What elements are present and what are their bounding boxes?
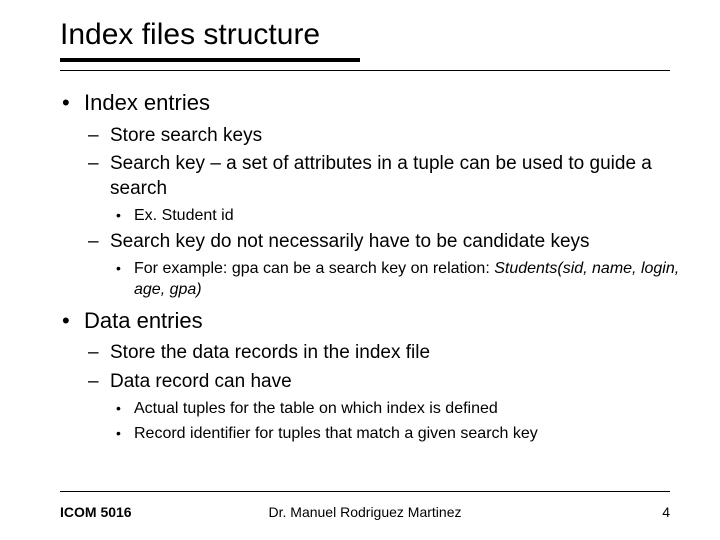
bullet-text: Index entries (84, 90, 210, 115)
bullet-subsublist: Actual tuples for the table on which ind… (110, 399, 680, 445)
footer: ICOM 5016 Dr. Manuel Rodriguez Martinez … (60, 504, 670, 520)
footer-center: Dr. Manuel Rodriguez Martinez (269, 504, 462, 520)
slide: Index files structure Index entries Stor… (0, 0, 720, 540)
bullet-list: Index entries Store search keys Search k… (60, 89, 680, 444)
bullet-level3: Record identifier for tuples that match … (110, 424, 680, 445)
divider-top (60, 70, 670, 71)
bullet-text: Store search keys (110, 125, 262, 146)
footer-right: 4 (662, 504, 670, 520)
bullet-level2: Store search keys (84, 124, 680, 149)
bullet-text: Data record can have (110, 371, 292, 392)
footer-left: ICOM 5016 (60, 504, 132, 520)
bullet-level2: Search key do not necessarily have to be… (84, 230, 680, 300)
bullet-sublist: Store search keys Search key – a set of … (84, 124, 680, 301)
bullet-text: Store the data records in the index file (110, 342, 430, 363)
bullet-text: Record identifier for tuples that match … (134, 425, 538, 442)
bullet-text: Actual tuples for the table on which ind… (134, 400, 498, 417)
bullet-text: Ex. Student id (134, 207, 234, 224)
bullet-level1: Index entries Store search keys Search k… (60, 89, 680, 301)
bullet-subsublist: Ex. Student id (110, 206, 680, 227)
bullet-level1: Data entries Store the data records in t… (60, 307, 680, 445)
bullet-text: Data entries (84, 308, 203, 333)
bullet-text: Search key – a set of attributes in a tu… (110, 153, 652, 199)
bullet-level2: Store the data records in the index file (84, 341, 680, 366)
bullet-level3: For example: gpa can be a search key on … (110, 259, 680, 301)
bullet-level2: Search key – a set of attributes in a tu… (84, 152, 680, 226)
bullet-level3: Ex. Student id (110, 206, 680, 227)
bullet-level3: Actual tuples for the table on which ind… (110, 399, 680, 420)
divider-bottom (60, 491, 670, 492)
bullet-sublist: Store the data records in the index file… (84, 341, 680, 444)
bullet-text: For example: gpa can be a search key on … (134, 260, 494, 277)
bullet-text: Search key do not necessarily have to be… (110, 231, 590, 252)
bullet-level2: Data record can have Actual tuples for t… (84, 370, 680, 444)
slide-title: Index files structure (60, 18, 680, 52)
title-underline (60, 58, 360, 62)
bullet-subsublist: For example: gpa can be a search key on … (110, 259, 680, 301)
